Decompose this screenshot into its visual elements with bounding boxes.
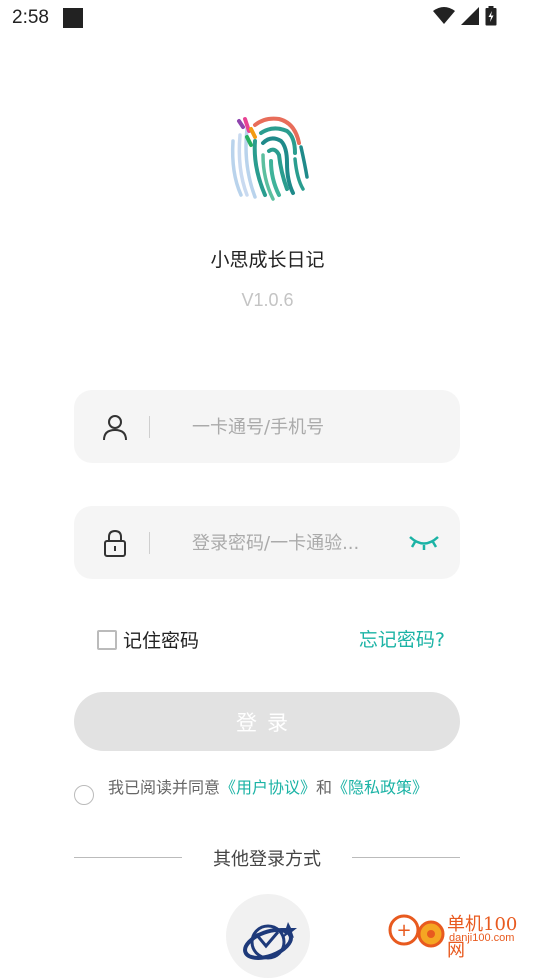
remember-password-toggle[interactable]: 记住密码	[97, 626, 199, 653]
account-field[interactable]	[74, 390, 460, 463]
signal-icon	[461, 7, 479, 25]
login-button[interactable]: 登录	[74, 692, 460, 751]
svg-text:+: +	[396, 920, 411, 941]
remember-checkbox[interactable]	[97, 629, 117, 650]
password-field[interactable]	[74, 506, 460, 579]
watermark-url: danji100.com	[449, 932, 515, 944]
other-login-label: 其他登录方式	[213, 849, 321, 870]
app-name: 小思成长日记	[210, 249, 325, 271]
divider-line	[352, 857, 460, 858]
forgot-password-link[interactable]: 忘记密码?	[359, 625, 445, 652]
agreement-prefix: 我已阅读并同意	[108, 778, 221, 797]
status-time: 2:58	[12, 7, 49, 28]
other-login-divider: 其他登录方式	[74, 845, 460, 871]
fingerprint-logo-icon	[230, 116, 309, 201]
password-input[interactable]	[192, 526, 402, 560]
notification-icon	[63, 8, 83, 28]
user-icon	[103, 415, 127, 441]
agreement-text: 我已阅读并同意《用户协议》和《隐私政策》	[104, 777, 444, 798]
app-version: V1.0.6	[241, 290, 294, 310]
agreement-radio[interactable]	[74, 785, 94, 805]
alt-login-button[interactable]	[226, 894, 310, 978]
user-agreement-link[interactable]: 《用户协议》	[220, 778, 316, 797]
battery-icon	[485, 6, 497, 26]
field-divider	[149, 532, 150, 554]
status-icons	[433, 6, 497, 26]
agreement-conjunction: 和	[316, 778, 333, 797]
lock-icon	[104, 529, 126, 557]
status-bar: 2:58	[0, 0, 535, 36]
remember-label: 记住密码	[123, 630, 200, 652]
eye-closed-icon[interactable]	[408, 532, 440, 554]
globe-icon	[243, 922, 297, 960]
privacy-policy-link[interactable]: 《隐私政策》	[332, 778, 428, 797]
wifi-icon	[433, 7, 455, 24]
field-divider	[149, 416, 150, 438]
watermark: + 单机100网 danji100.com	[387, 908, 535, 961]
account-input[interactable]	[192, 410, 402, 444]
watermark-logo-icon: +	[388, 914, 445, 948]
